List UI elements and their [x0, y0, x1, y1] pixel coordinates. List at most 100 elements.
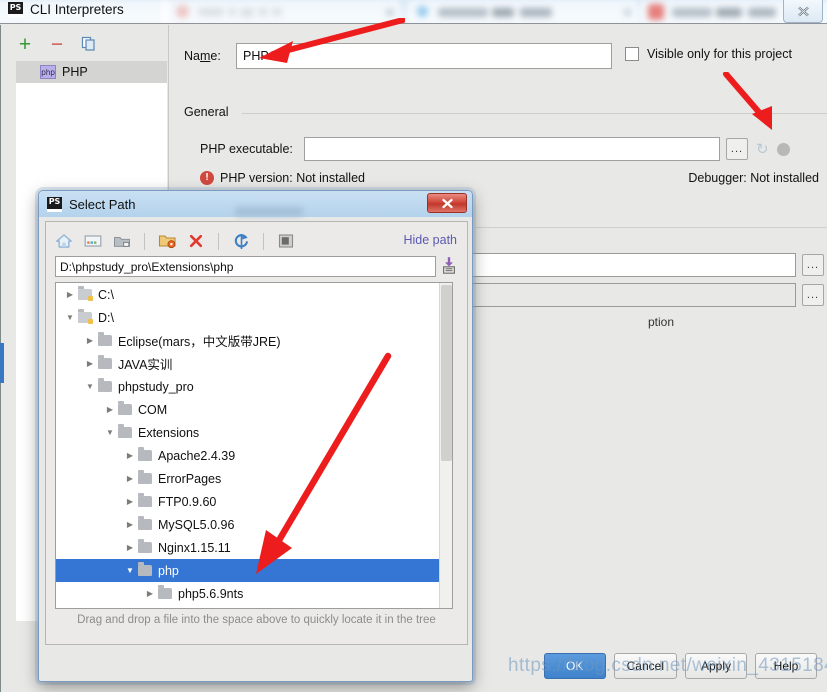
- folder-icon: [118, 424, 132, 438]
- select-path-close-button[interactable]: [427, 193, 467, 213]
- phpstorm-logo-icon: PS: [47, 196, 62, 212]
- name-input[interactable]: [236, 43, 612, 69]
- tree-item-label: php: [158, 563, 179, 578]
- add-interpreter-button[interactable]: +: [16, 34, 34, 55]
- hide-path-link[interactable]: Hide path: [403, 233, 457, 247]
- chevron-right-icon[interactable]: ▶: [122, 474, 138, 483]
- general-group-separator: [242, 113, 827, 114]
- folder-icon: [138, 539, 152, 553]
- folder-icon: [98, 355, 112, 369]
- tree-item[interactable]: ▼ php: [56, 559, 452, 582]
- paste-path-button[interactable]: [441, 256, 457, 277]
- tree-item[interactable]: ▶ JAVA实训: [56, 352, 452, 375]
- tree-item[interactable]: ▶ Eclipse(mars，中文版带JRE): [56, 329, 452, 352]
- refresh-icon[interactable]: ↻: [756, 140, 769, 158]
- watermark: https://blog.csdn.net/weixin_43151844: [508, 655, 827, 676]
- tree-item[interactable]: ▼ D:\: [56, 306, 452, 329]
- chevron-right-icon[interactable]: ▶: [122, 451, 138, 460]
- tree-item-label: FTP0.9.60: [158, 494, 217, 509]
- chevron-down-icon[interactable]: ▼: [122, 566, 138, 575]
- show-hidden-files-button[interactable]: [276, 231, 296, 251]
- chevron-down-icon[interactable]: ▼: [62, 313, 78, 322]
- drive-icon: [78, 309, 93, 324]
- chevron-right-icon[interactable]: ▶: [122, 543, 138, 552]
- tree-item[interactable]: ▶ C:\: [56, 283, 452, 306]
- home-icon: [56, 234, 72, 248]
- select-path-toolbar: [54, 228, 296, 254]
- tree-item[interactable]: ▶ MySQL5.0.96: [56, 513, 452, 536]
- delete-button[interactable]: [186, 231, 206, 251]
- chevron-right-icon[interactable]: ▶: [122, 520, 138, 529]
- tree-item-label: Nginx1.15.11: [158, 540, 231, 555]
- tree-item[interactable]: ▶ FTP0.9.60: [56, 490, 452, 513]
- tree-item-label: Extensions: [138, 425, 200, 440]
- path-row: D:\phpstudy_pro\Extensions\php: [55, 256, 457, 277]
- show-hidden-files-icon: [278, 234, 294, 248]
- visible-only-checkbox[interactable]: [625, 47, 639, 61]
- general-group-title: General: [184, 105, 235, 119]
- tree-item[interactable]: ▶php7.3.4nts: [56, 605, 452, 608]
- visible-only-checkbox-row[interactable]: Visible only for this project: [625, 47, 792, 61]
- tree-item[interactable]: ▼ phpstudy_pro: [56, 375, 452, 398]
- obscured-browse-button-2[interactable]: ...: [802, 284, 824, 306]
- path-input[interactable]: D:\phpstudy_pro\Extensions\php: [55, 256, 436, 277]
- folder-icon: [98, 332, 112, 346]
- php-executable-input[interactable]: [304, 137, 720, 161]
- copy-interpreter-button[interactable]: [80, 35, 98, 53]
- chevron-right-icon[interactable]: ▶: [122, 497, 138, 506]
- new-folder-icon: [158, 235, 176, 249]
- chevron-right-icon[interactable]: ▶: [62, 290, 78, 299]
- tree-item[interactable]: ▶ Nginx1.15.11: [56, 536, 452, 559]
- refresh-button[interactable]: [231, 231, 251, 251]
- tree-item[interactable]: ▶ ErrorPages: [56, 467, 452, 490]
- phpstorm-logo-icon: PS: [8, 2, 23, 17]
- chevron-right-icon[interactable]: ▶: [82, 359, 98, 368]
- delete-icon: [189, 234, 203, 248]
- desktop-button[interactable]: [83, 231, 103, 251]
- tree-item[interactable]: ▼ Extensions: [56, 421, 452, 444]
- browser-tab-strip: [0, 0, 827, 24]
- php-executable-browse-button[interactable]: ...: [726, 138, 748, 160]
- folder-icon: [118, 401, 132, 415]
- drive-button[interactable]: [112, 231, 132, 251]
- info-icon[interactable]: [776, 142, 790, 156]
- desktop-icon: [84, 235, 102, 247]
- obscured-input-2[interactable]: [466, 283, 796, 307]
- name-label: Name:: [184, 49, 221, 63]
- obscured-input-1[interactable]: [466, 253, 796, 277]
- tree-item-label: D:\: [98, 310, 114, 325]
- list-item[interactable]: php PHP: [16, 61, 167, 83]
- editor-scroll-marker: [0, 343, 4, 383]
- chevron-down-icon[interactable]: ▼: [82, 382, 98, 391]
- window-close-button[interactable]: [783, 0, 823, 23]
- new-folder-button[interactable]: [157, 231, 177, 251]
- folder-icon: [158, 585, 172, 599]
- tree-item[interactable]: ▶ Apache2.4.39: [56, 444, 452, 467]
- tree-scrollbar[interactable]: [439, 283, 452, 608]
- strip-divider: [0, 23, 827, 24]
- folder-icon: [138, 470, 152, 484]
- php-executable-label: PHP executable:: [200, 142, 293, 156]
- obscured-browse-button-1[interactable]: ...: [802, 254, 824, 276]
- tree-item-label: php5.6.9nts: [178, 586, 244, 601]
- select-path-dialog: PS Select Path Hide path D:\phpstudy_pro…: [38, 190, 473, 682]
- screen-root: PS CLI Interpreters + − php PHP Name: PH…: [0, 0, 827, 692]
- home-button[interactable]: [54, 231, 74, 251]
- directory-tree-rows: ▶ C:\ ▼ D:\ ▶ Eclipse(mars，中文版带JRE) ▶ JAVA实训 ▼ ph…: [56, 283, 452, 608]
- name-row: Name:: [184, 43, 612, 69]
- php-badge-icon: php: [40, 65, 56, 79]
- tree-scrollbar-thumb[interactable]: [441, 285, 452, 461]
- remove-interpreter-button[interactable]: −: [48, 34, 66, 55]
- select-path-titlebar[interactable]: PS Select Path: [39, 191, 472, 217]
- chevron-down-icon[interactable]: ▼: [102, 428, 118, 437]
- drive-icon: [114, 236, 130, 247]
- folder-icon: [138, 493, 152, 507]
- tree-item[interactable]: ▶ COM: [56, 398, 452, 421]
- window-titlebar: PS CLI Interpreters: [8, 2, 124, 17]
- tree-item[interactable]: ▶ php5.6.9nts: [56, 582, 452, 605]
- refresh-icon: [234, 233, 248, 249]
- chevron-right-icon[interactable]: ▶: [142, 589, 158, 598]
- chevron-right-icon[interactable]: ▶: [82, 336, 98, 345]
- directory-tree[interactable]: ▶ C:\ ▼ D:\ ▶ Eclipse(mars，中文版带JRE) ▶ JAVA实训 ▼ ph…: [55, 282, 453, 609]
- chevron-right-icon[interactable]: ▶: [102, 405, 118, 414]
